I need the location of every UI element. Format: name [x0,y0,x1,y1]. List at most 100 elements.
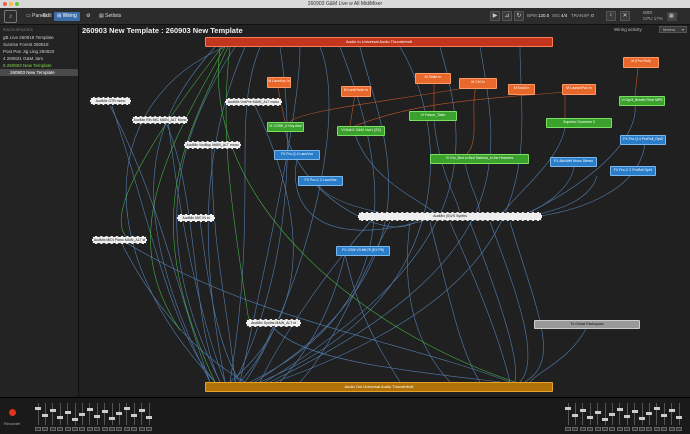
channel-fader[interactable] [86,403,93,431]
fader-cap[interactable] [587,416,594,419]
sidebar-item-rackspace-4[interactable]: 4 260831 G&M Jam [0,55,78,62]
vi-falcon-node[interactable]: VI Falcon_Taiko [409,111,457,121]
audmix-mic-node[interactable]: AudMix MIC IN st [177,214,215,222]
channel-fader[interactable] [57,403,64,431]
channel-fader[interactable] [49,403,56,431]
channel-fader[interactable] [653,403,660,431]
channel-fader[interactable] [123,403,130,431]
meters-dropdown[interactable]: Meters ▾ [659,26,687,33]
record-button[interactable] [9,409,16,416]
panic-button[interactable]: ✕ [620,11,630,21]
fader-cap[interactable] [79,413,86,416]
midi-ctrl-node[interactable]: M Ctrl In [459,78,497,89]
fader-cap[interactable] [646,412,653,415]
fader-cap[interactable] [616,408,623,411]
midi-pno-roll-node[interactable]: M (Pno Roll) [623,57,659,68]
fader-cap[interactable] [594,411,601,414]
audmix-synths-alt-node[interactable]: AudMix Synths MAIN_ALT st [246,319,301,327]
audmix-voxpre-node[interactable]: AudMix VoxPre MAIN_ALT mono [225,98,282,106]
fader-cap[interactable] [72,418,78,421]
fader-cap[interactable] [123,407,130,410]
fader-cap[interactable] [35,407,41,410]
sidebar-item-rackspace-2[interactable]: Sunrise Forest 260818 [0,41,78,48]
edit-tab[interactable]: Edit [40,12,55,21]
channel-fader[interactable] [624,403,631,431]
fx-proc-proroll-node[interactable]: FX Pro-C 2 ProRoll Opt3 [610,166,656,176]
channel-fader[interactable] [646,403,653,431]
maximize-window-icon[interactable] [15,2,19,6]
setlists-tab[interactable]: ▤ Setlists [96,12,124,21]
wiring-tab[interactable]: ⊞ Wiring [54,12,80,21]
fader-cap[interactable] [138,409,145,412]
vi-opt3-node[interactable]: VI Opt3_Breath Flute MPE [619,96,665,106]
channel-fader[interactable] [79,403,86,431]
channel-fader[interactable] [42,403,49,431]
close-window-icon[interactable] [3,2,7,6]
bpm-display[interactable]: BPM 120.0 [527,13,549,18]
fx-gsm-node[interactable]: FX GSM V3 MK78 (EX P8) [336,246,390,256]
channel-fader[interactable] [579,403,586,431]
audio-in-node[interactable]: Audio In Universal Audio Thunderbolt [205,37,553,47]
channel-fader[interactable] [639,403,645,431]
fader-cap[interactable] [49,409,56,412]
fader-cap[interactable] [639,417,645,420]
sidebar-item-rackspace-3[interactable]: Post Pan Jig Ling 260820 [0,48,78,55]
fader-cap[interactable] [631,410,638,413]
fader-cap[interactable] [572,414,579,417]
metronome-button[interactable]: ⊿ [502,11,512,21]
fader-cap[interactable] [42,414,49,417]
transpose-display[interactable]: TRANSP. 0 [571,13,594,18]
channel-fader[interactable] [572,403,579,431]
fader-cap[interactable] [101,410,108,413]
to-global-rackspace-node[interactable]: To Global Rackspace [534,320,640,329]
channel-fader[interactable] [616,403,623,431]
fader-cap[interactable] [109,417,115,420]
midi-lunkpad-node[interactable]: M LunkPadIn In [341,86,371,97]
fader-cap[interactable] [609,413,616,416]
midi-strike-node[interactable]: M Strike In [415,73,451,84]
vi-bnk-node[interactable]: VI Bnk K G&M Live1 (S2) [337,126,385,136]
midi-launkey-node[interactable]: M LaunKey In [267,77,291,88]
fader-cap[interactable] [86,408,93,411]
midi-knoll-node[interactable]: M Knoll In [508,84,535,95]
audio-out-node[interactable]: Audio Out Universal Audio Thunderbolt [205,382,553,392]
channel-fader[interactable] [661,403,668,431]
fader-cap[interactable] [602,418,608,421]
play-button[interactable]: ▶ [490,11,500,21]
channel-fader[interactable] [138,403,145,431]
vi-superior-drummer-node[interactable]: Superior Drummer 3 [546,118,612,128]
channel-fader[interactable] [109,403,115,431]
audmix-voxbup-node[interactable]: AudMix VoxBup MAIN_ALT mono [184,141,241,149]
channel-fader[interactable] [631,403,638,431]
fader-cap[interactable] [661,414,668,417]
fx-altowell-node[interactable]: FX AltoWell Mono Stereo [550,157,597,167]
fader-cap[interactable] [146,416,152,419]
fader-cap[interactable] [57,416,64,419]
fader-cap[interactable] [565,407,571,410]
fader-cap[interactable] [624,415,631,418]
fx-proq-proroll-node[interactable]: FX Pro-Q 4 ProRoll_Opt3 [620,135,666,145]
fx-proq-launvox-node[interactable]: FX Pro-Q 4 LaunVox [274,150,320,160]
audmix-rm-node[interactable]: AudMix RM MIC MAIN_ALT Mono [132,116,188,124]
fader-cap[interactable] [579,409,586,412]
channel-fader[interactable] [146,403,152,431]
channel-fader[interactable] [35,403,41,431]
fader-cap[interactable] [668,409,675,412]
fader-cap[interactable] [64,411,71,414]
fader-cap[interactable] [131,414,138,417]
fader-cap[interactable] [116,412,123,415]
fader-cap[interactable] [653,407,660,410]
tuner-button[interactable]: ♮ [606,11,616,21]
channel-fader[interactable] [94,403,101,431]
audmix-piano-node[interactable]: AudMix MIDI Piano MAIN_ALT st [92,236,147,244]
channel-fader[interactable] [64,403,71,431]
midi-launchpad-node[interactable]: M LaunchPad In [562,84,596,95]
channel-fader[interactable] [101,403,108,431]
sidebar-item-rackspace-1[interactable]: gB Live 260818 Template [0,34,78,41]
channel-fader[interactable] [602,403,608,431]
fader-cap[interactable] [94,415,101,418]
wiring-canvas[interactable] [80,25,690,397]
channel-fader[interactable] [131,403,138,431]
sidebar-item-rackspace-5[interactable]: 5 260903 New Template [0,62,78,69]
channel-fader[interactable] [609,403,616,431]
